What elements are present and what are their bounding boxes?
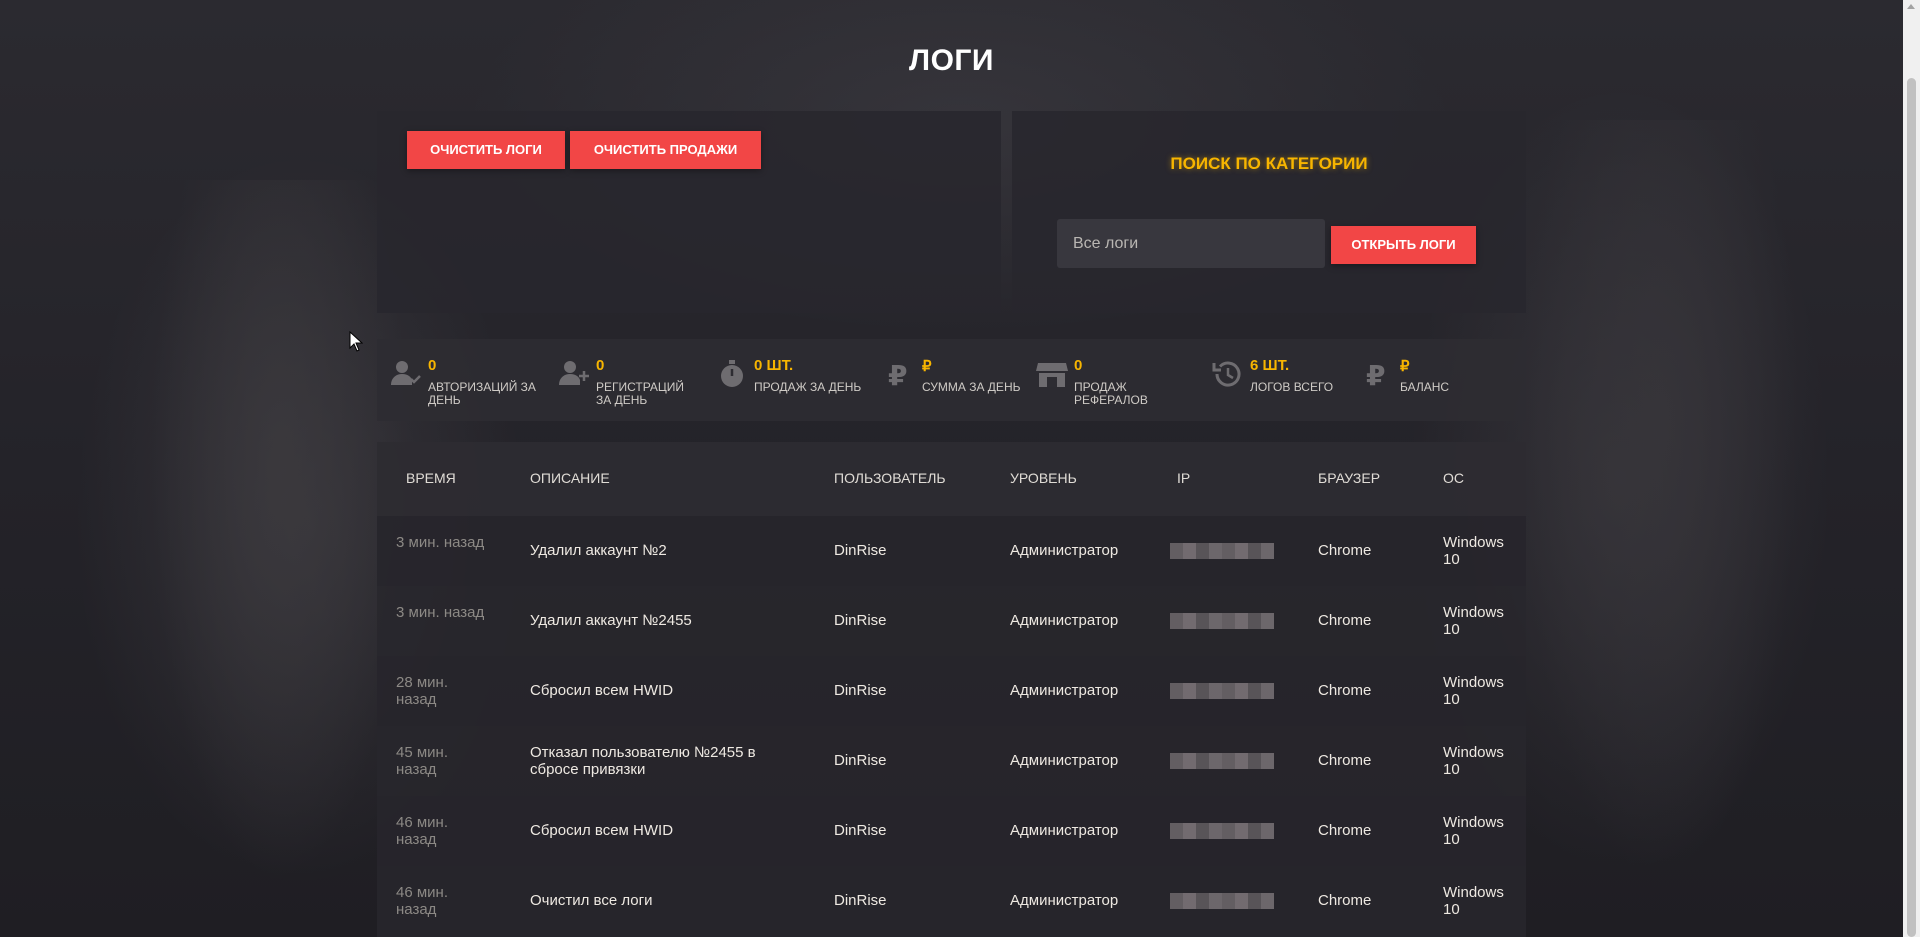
stat-referral-sales: 0 ПРОДАЖ РЕФЕРАЛОВ	[1023, 339, 1199, 421]
column-header-level: УРОВЕНЬ	[1010, 470, 1077, 486]
clear-sales-button[interactable]: ОЧИСТИТЬ ПРОДАЖИ	[570, 131, 761, 169]
cell-level: Администратор	[1010, 612, 1119, 629]
cell-time: 46 мин. назад	[396, 814, 448, 848]
cell-description: Сбросил всем HWID	[530, 822, 674, 839]
table-header: ВРЕМЯ ОПИСАНИЕ ПОЛЬЗОВАТЕЛЬ УРОВЕНЬ IP Б…	[377, 442, 1526, 516]
search-title: ПОИСК ПО КАТЕГОРИИ	[1170, 154, 1368, 173]
clear-logs-button[interactable]: ОЧИСТИТЬ ЛОГИ	[407, 131, 565, 169]
cell-level: Администратор	[1010, 892, 1119, 909]
cell-os: Windows 10	[1443, 534, 1504, 568]
cell-ip-redacted	[1170, 543, 1274, 559]
table-row: 3 мин. назад Удалил аккаунт №2455 DinRise А…	[377, 586, 1526, 656]
table-row: 45 мин. назад Отказал пользователю №2455 …	[377, 726, 1526, 796]
cell-level: Администратор	[1010, 682, 1119, 699]
scrollbar[interactable]	[1903, 0, 1920, 937]
stat-label: РЕГИСТРАЦИЙ ЗА ДЕНЬ	[596, 380, 685, 407]
stat-label: ПРОДАЖ ЗА ДЕНЬ	[754, 380, 862, 394]
column-header-os: ОС	[1443, 470, 1464, 486]
stopwatch-icon	[715, 357, 749, 391]
logs-table: ВРЕМЯ ОПИСАНИЕ ПОЛЬЗОВАТЕЛЬ УРОВЕНЬ IP Б…	[377, 442, 1526, 937]
cell-time: 46 мин. назад	[396, 884, 448, 918]
stat-authorizations: 0 АВТОРИЗАЦИЙ ЗА ДЕНЬ	[377, 339, 545, 421]
stat-value: 0	[1074, 357, 1083, 374]
user-plus-icon	[557, 357, 591, 391]
column-header-time: ВРЕМЯ	[406, 470, 456, 486]
cell-level: Администратор	[1010, 752, 1119, 769]
table-row: 3 мин. назад Удалил аккаунт №2 DinRise Адми…	[377, 516, 1526, 586]
cell-browser: Chrome	[1318, 822, 1372, 839]
category-select[interactable]: Все логи	[1057, 219, 1325, 268]
stat-label: БАЛАНС	[1400, 380, 1450, 394]
scroll-up-icon[interactable]	[1907, 4, 1915, 9]
stat-registrations: 0 РЕГИСТРАЦИЙ ЗА ДЕНЬ	[545, 339, 703, 421]
cell-ip-redacted	[1170, 753, 1274, 769]
cell-user: DinRise	[834, 612, 887, 629]
cell-ip-redacted	[1170, 823, 1274, 839]
stat-label: СУММА ЗА ДЕНЬ	[922, 380, 1021, 394]
stats-bar: 0 АВТОРИЗАЦИЙ ЗА ДЕНЬ 0 РЕГИСТРАЦИЙ ЗА Д…	[377, 339, 1526, 421]
stat-sum-day: ₽ ₽ СУММА ЗА ДЕНЬ	[871, 339, 1023, 421]
cell-description: Очистил все логи	[530, 892, 653, 909]
ruble-icon: ₽	[1361, 357, 1395, 392]
stat-balance: ₽ ₽ БАЛАНС	[1349, 339, 1526, 421]
stat-value: ₽	[1400, 358, 1410, 375]
history-icon	[1211, 357, 1245, 391]
store-icon	[1035, 357, 1069, 391]
table-row: 46 мин. назад Сбросил всем HWID DinRise Адм…	[377, 796, 1526, 866]
cell-user: DinRise	[834, 682, 887, 699]
cell-description: Удалил аккаунт №2	[530, 542, 667, 559]
cell-user: DinRise	[834, 892, 887, 909]
stat-value: 0	[596, 357, 605, 374]
stat-label: ПРОДАЖ РЕФЕРАЛОВ	[1074, 380, 1148, 407]
table-row: 46 мин. назад Очистил все логи DinRise Адми…	[377, 866, 1526, 936]
cell-browser: Chrome	[1318, 612, 1372, 629]
cell-time: 45 мин. назад	[396, 744, 448, 778]
cell-user: DinRise	[834, 822, 887, 839]
stat-logs-total: 6 ШТ. ЛОГОВ ВСЕГО	[1199, 339, 1349, 421]
stat-value: 0 ШТ.	[754, 357, 794, 374]
svg-text:₽: ₽	[1366, 359, 1385, 391]
ruble-icon: ₽	[883, 357, 917, 392]
cell-browser: Chrome	[1318, 682, 1372, 699]
stat-value: 6 ШТ.	[1250, 357, 1290, 374]
cell-user: DinRise	[834, 542, 887, 559]
mouse-cursor-icon	[349, 331, 363, 352]
cell-description: Отказал пользователю №2455 в сбросе прив…	[530, 744, 756, 778]
stat-label: АВТОРИЗАЦИЙ ЗА ДЕНЬ	[428, 380, 536, 407]
search-panel	[1012, 111, 1526, 313]
svg-text:₽: ₽	[888, 359, 907, 391]
cell-ip-redacted	[1170, 613, 1274, 629]
stat-sales-day: 0 ШТ. ПРОДАЖ ЗА ДЕНЬ	[703, 339, 871, 421]
scrollbar-thumb[interactable]	[1907, 78, 1916, 937]
cell-user: DinRise	[834, 752, 887, 769]
cell-os: Windows 10	[1443, 604, 1504, 638]
cell-browser: Chrome	[1318, 752, 1372, 769]
cell-level: Администратор	[1010, 542, 1119, 559]
stat-value: ₽	[922, 358, 932, 375]
cell-time: 28 мин. назад	[396, 674, 448, 708]
open-logs-button[interactable]: ОТКРЫТЬ ЛОГИ	[1331, 226, 1476, 264]
cell-browser: Chrome	[1318, 542, 1372, 559]
stat-label: ЛОГОВ ВСЕГО	[1250, 380, 1334, 394]
table-row: 28 мин. назад Сбросил всем HWID DinRise Адм…	[377, 656, 1526, 726]
page-title: ЛОГИ	[909, 44, 994, 77]
cell-level: Администратор	[1010, 822, 1119, 839]
cell-description: Удалил аккаунт №2455	[530, 612, 692, 629]
column-header-user: ПОЛЬЗОВАТЕЛЬ	[834, 470, 946, 486]
cell-os: Windows 10	[1443, 674, 1504, 708]
column-header-ip: IP	[1177, 470, 1191, 486]
cell-description: Сбросил всем HWID	[530, 682, 674, 699]
cell-browser: Chrome	[1318, 892, 1372, 909]
cell-ip-redacted	[1170, 893, 1274, 909]
column-header-browser: БРАУЗЕР	[1318, 470, 1381, 486]
column-header-description: ОПИСАНИЕ	[530, 470, 610, 486]
stat-value: 0	[428, 357, 437, 374]
cell-ip-redacted	[1170, 683, 1274, 699]
cell-os: Windows 10	[1443, 744, 1504, 778]
cell-os: Windows 10	[1443, 814, 1504, 848]
user-check-icon	[389, 357, 423, 391]
cell-time: 3 мин. назад	[396, 534, 485, 551]
cell-time: 3 мин. назад	[396, 604, 485, 621]
cell-os: Windows 10	[1443, 884, 1504, 918]
